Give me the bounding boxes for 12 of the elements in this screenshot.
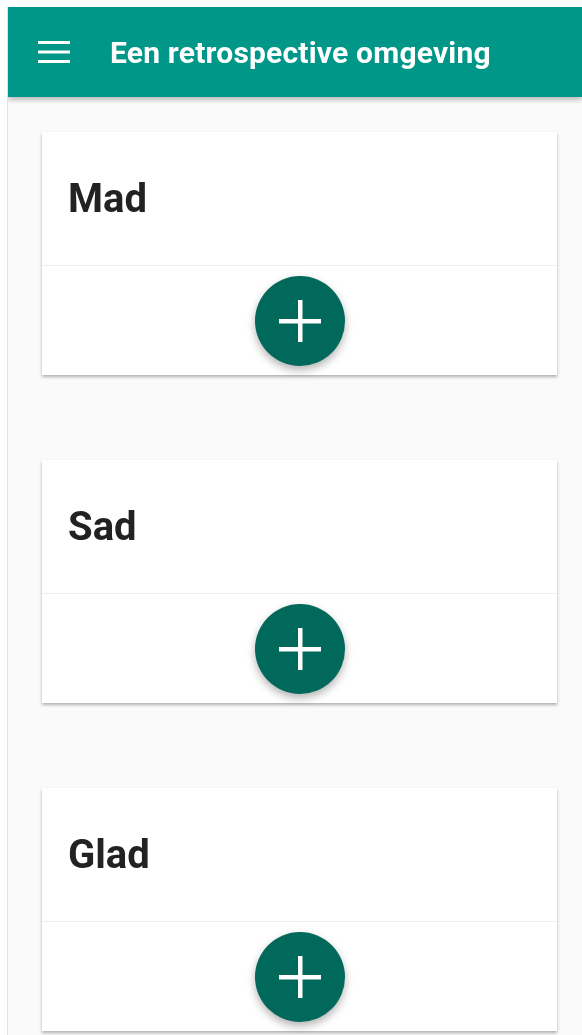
menu-button[interactable] — [38, 41, 70, 63]
app-title: Een retrospective omgeving — [110, 34, 491, 70]
plus-icon — [278, 628, 321, 670]
column-title: Mad — [68, 175, 147, 222]
plus-icon — [278, 300, 321, 342]
add-button[interactable] — [254, 932, 345, 1022]
plus-icon — [278, 956, 321, 998]
add-button[interactable] — [254, 604, 345, 694]
menu-icon — [38, 41, 70, 63]
column-title: Sad — [68, 503, 137, 550]
column-title: Glad — [68, 831, 150, 878]
add-button[interactable] — [254, 276, 345, 366]
